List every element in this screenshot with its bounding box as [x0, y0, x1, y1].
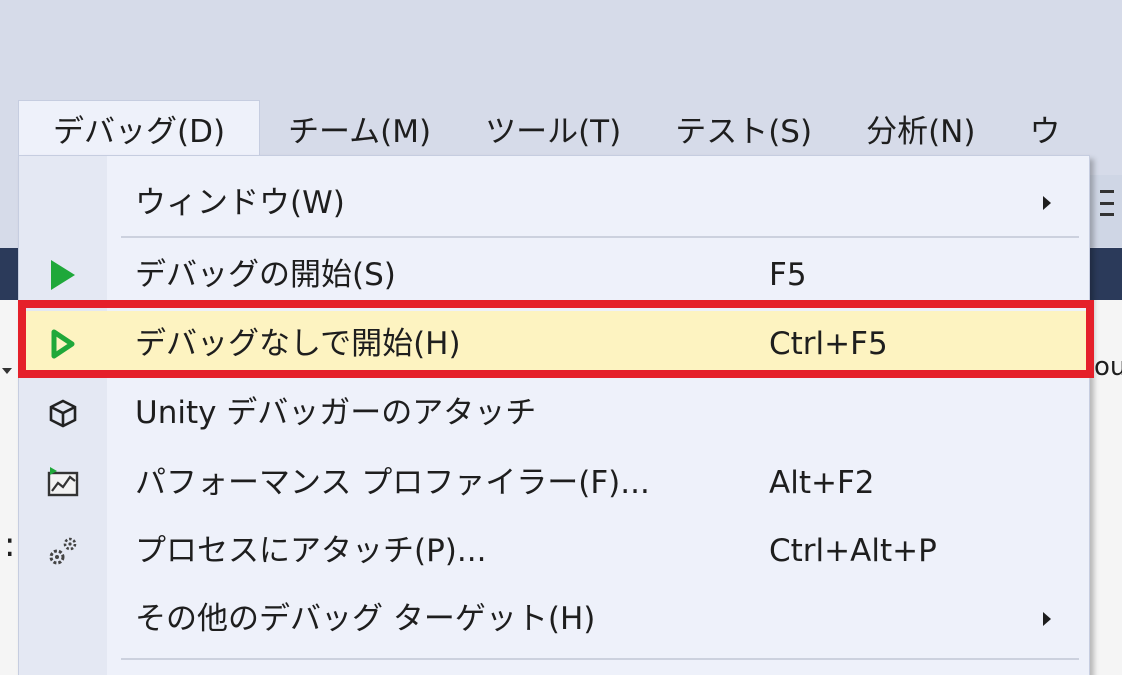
menu-item-attach-to-process[interactable]: プロセスにアタッチ(P)... Ctrl+Alt+P: [19, 518, 1089, 584]
gears-icon: [45, 533, 81, 569]
menu-item-start-debugging[interactable]: デバッグの開始(S) F5: [19, 242, 1089, 308]
menu-window-partial[interactable]: ウ: [1001, 100, 1086, 156]
menu-item-shortcut: Ctrl+Alt+P: [769, 533, 937, 569]
menu-test[interactable]: テスト(S): [647, 100, 838, 156]
menu-item-label: デバッグなしで開始(H): [135, 326, 461, 362]
menu-item-shortcut: Alt+F2: [769, 465, 875, 501]
editor-text-fragment: :: [4, 525, 16, 565]
menu-item-attach-unity-debugger[interactable]: Unity デバッガーのアタッチ: [19, 380, 1089, 446]
menu-item-label: その他のデバッグ ターゲット(H): [135, 601, 596, 637]
submenu-arrow-icon: [1043, 612, 1051, 626]
menu-item-label: Unity デバッガーのアタッチ: [135, 395, 537, 431]
menu-item-shortcut: F5: [769, 257, 807, 293]
menu-item-other-debug-targets[interactable]: その他のデバッグ ターゲット(H): [19, 586, 1089, 652]
menu-item-performance-profiler[interactable]: パフォーマンス プロファイラー(F)... Alt+F2: [19, 450, 1089, 516]
menu-item-start-without-debugging[interactable]: デバッグなしで開始(H) Ctrl+F5: [19, 311, 1089, 377]
menu-item-label: ウィンドウ(W): [135, 185, 345, 221]
unity-cube-icon: [45, 395, 81, 431]
menu-analyze[interactable]: 分析(N): [838, 100, 1001, 156]
combo-dropdown-icon[interactable]: [2, 368, 12, 374]
menu-bar: デバッグ(D) チーム(M) ツール(T) テスト(S) 分析(N) ウ: [18, 100, 1086, 156]
menu-item-windows[interactable]: ウィンドウ(W): [19, 170, 1089, 236]
menu-item-label: デバッグの開始(S): [135, 257, 396, 293]
play-icon: [45, 257, 81, 293]
menu-item-label: プロセスにアタッチ(P)...: [135, 533, 487, 569]
toolbar-list-icon[interactable]: [1100, 190, 1114, 216]
submenu-arrow-icon: [1043, 196, 1051, 210]
menu-separator: [121, 236, 1079, 238]
performance-profiler-icon: [45, 465, 81, 501]
menu-item-label: パフォーマンス プロファイラー(F)...: [135, 465, 650, 501]
menu-item-shortcut: Ctrl+F5: [769, 326, 888, 362]
menu-separator: [121, 658, 1079, 660]
menu-debug[interactable]: デバッグ(D): [18, 100, 261, 156]
debug-dropdown-menu: ウィンドウ(W) デバッグの開始(S) F5 デバッグなしで開始(H) Ctrl…: [18, 155, 1090, 675]
editor-right-text-fragment: ou: [1094, 352, 1122, 382]
menu-tools[interactable]: ツール(T): [457, 100, 647, 156]
screenshot-stage: : ou デバッグ(D) チーム(M) ツール(T) テスト(S) 分析(N) …: [0, 0, 1122, 675]
menu-team[interactable]: チーム(M): [260, 100, 457, 156]
play-outline-icon: [45, 326, 81, 362]
